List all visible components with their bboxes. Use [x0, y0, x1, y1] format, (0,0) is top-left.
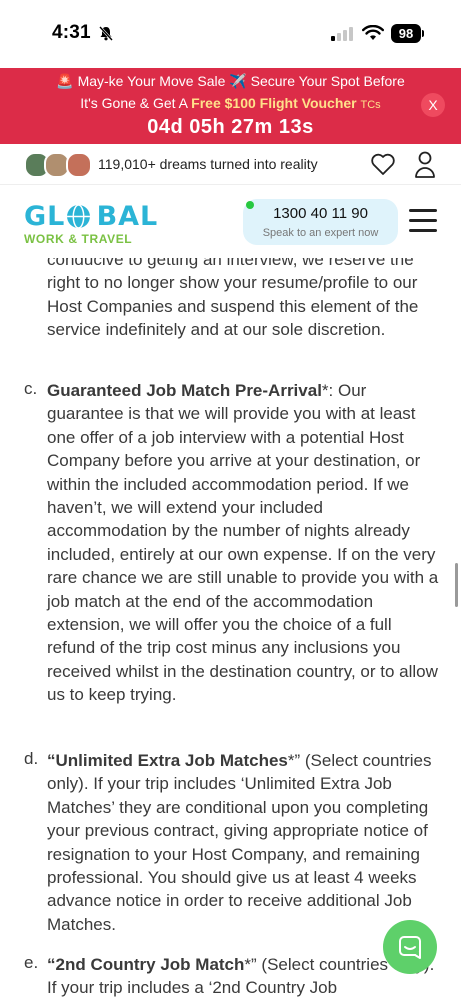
- promo-subline-prefix: It's Gone & Get A: [80, 95, 188, 111]
- user-icon[interactable]: [414, 150, 436, 178]
- list-item-heading: Guaranteed Job Match Pre-Arrival: [47, 381, 322, 400]
- wifi-icon: [362, 25, 384, 40]
- heart-icon[interactable]: [370, 152, 396, 176]
- terms-paragraph: conducive to getting an interview, we re…: [47, 258, 419, 340]
- promo-voucher-highlight: Free $100 Flight Voucher: [191, 95, 357, 111]
- list-item-body: (Select countries only). If your trip in…: [47, 751, 432, 934]
- promo-close-button[interactable]: X: [421, 93, 445, 117]
- battery-tip: [422, 30, 424, 37]
- online-status-dot: [246, 201, 254, 209]
- menu-icon[interactable]: [409, 209, 437, 233]
- list-item: Guaranteed Job Match Pre-Arrival*: Our g…: [47, 379, 442, 707]
- battery-level: 98: [391, 24, 421, 43]
- list-item-heading: “2nd Country Job Match: [47, 955, 245, 974]
- promo-countdown: 04d 05h 27m 13s: [147, 116, 314, 138]
- avatar: [66, 152, 92, 178]
- promo-tcs-link[interactable]: TCs: [361, 99, 381, 111]
- logo-wordmark: GL BAL: [24, 201, 158, 232]
- logo-wordmark-text: GL BAL: [24, 201, 159, 232]
- list-marker: d.: [24, 749, 39, 768]
- list-item-heading: “Unlimited Extra Job Matches: [47, 751, 288, 770]
- status-time: 4:31: [52, 22, 91, 43]
- promo-subline: It's Gone & Get A Free $100 Flight Vouch…: [0, 95, 461, 111]
- list-item-star: *”: [244, 955, 257, 974]
- site-header: GL BAL WORK & TRAVEL 1300 40 11 90 Speak…: [0, 185, 461, 258]
- list-item: “Unlimited Extra Job Matches*” (Select c…: [47, 749, 442, 936]
- phone-subtext: Speak to an expert now: [262, 227, 379, 239]
- list-item: “2nd Country Job Match*” (Select countri…: [47, 953, 442, 1000]
- global-work-travel-logo[interactable]: GL BAL WORK & TRAVEL: [24, 201, 164, 246]
- status-bar: 4:31 98: [0, 0, 461, 68]
- list-marker: c.: [24, 379, 38, 398]
- bell-off-icon: [99, 26, 113, 41]
- social-proof-text: 119,010+ dreams turned into reality: [98, 156, 318, 172]
- chat-icon: [399, 936, 421, 959]
- signal-icon: [331, 27, 353, 41]
- promo-banner[interactable]: 🚨 May-ke Your Move Sale ✈️ Secure Your S…: [0, 68, 461, 144]
- promo-headline: 🚨 May-ke Your Move Sale ✈️ Secure Your S…: [56, 73, 405, 89]
- logo-tagline: WORK & TRAVEL: [24, 232, 133, 246]
- phone-call-button[interactable]: 1300 40 11 90 Speak to an expert now: [243, 199, 398, 245]
- phone-number: 1300 40 11 90: [273, 205, 368, 222]
- terms-content: conducive to getting an interview, we re…: [0, 258, 461, 1000]
- list-marker: e.: [24, 953, 39, 972]
- scrollbar[interactable]: [455, 563, 458, 607]
- social-proof-bar: 119,010+ dreams turned into reality: [0, 144, 461, 185]
- list-item-star: *”: [287, 751, 301, 770]
- list-item-body: *: Our guarantee is that we will provide…: [47, 381, 439, 705]
- chat-button[interactable]: [383, 920, 437, 974]
- globe-icon: [67, 204, 90, 229]
